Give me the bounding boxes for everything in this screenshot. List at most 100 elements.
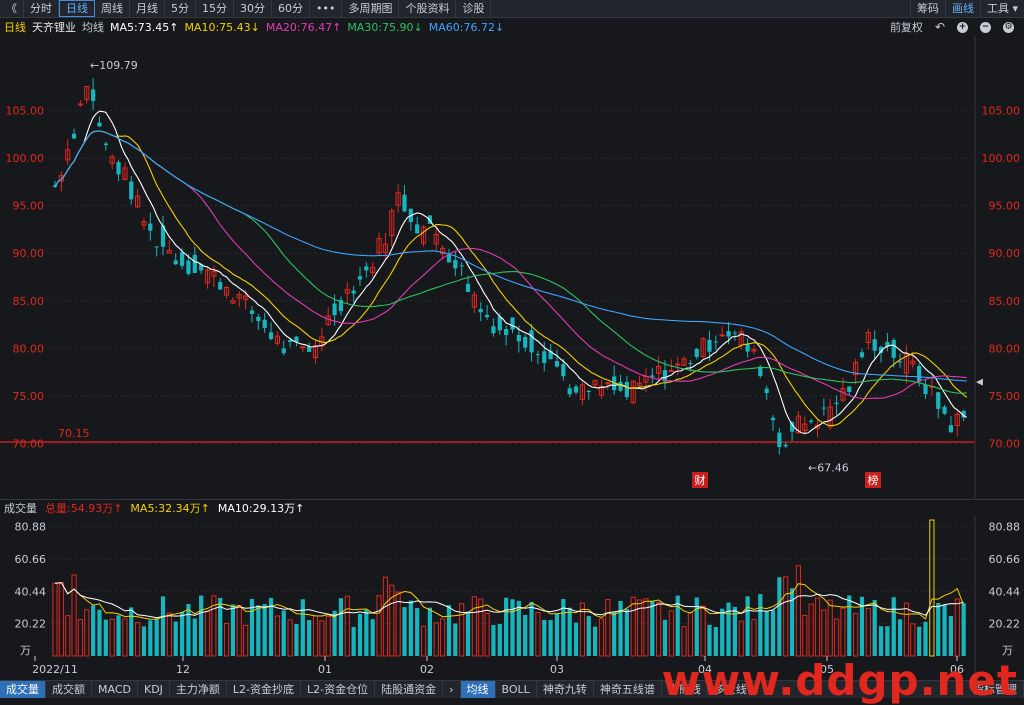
candle-body-down xyxy=(891,340,896,358)
toolbar-right-item[interactable]: 筹码 xyxy=(909,0,945,17)
volume-bar-up xyxy=(77,618,84,657)
volume-bar-down xyxy=(199,595,204,656)
indicator-tab[interactable]: 成交量 xyxy=(0,681,46,698)
settings-icon[interactable]: ⚙ xyxy=(1003,21,1014,33)
period-tab[interactable]: 多周期图 xyxy=(342,0,400,17)
volume-bar-down xyxy=(593,626,598,656)
volume-bar-up xyxy=(243,624,249,657)
toolbar-right-item[interactable]: 画线 xyxy=(944,0,980,17)
candle-body-down xyxy=(71,133,77,139)
volume-bar-down xyxy=(427,607,432,656)
adjust-selector[interactable]: 前复权 xyxy=(890,19,923,35)
indicator-tab[interactable]: 均线 xyxy=(460,681,496,698)
volume-title[interactable]: 成交量 xyxy=(4,500,37,516)
indicator-tab[interactable]: 成交额 xyxy=(46,681,92,698)
candle-body-down xyxy=(694,348,699,357)
period-tab[interactable]: 月线 xyxy=(130,0,165,17)
candle-body-down xyxy=(453,260,458,269)
period-tab[interactable]: 日线 xyxy=(59,0,95,17)
volume-bar-down xyxy=(465,611,471,656)
volume-bar-up xyxy=(166,612,172,657)
volume-bar-down xyxy=(878,626,884,656)
zoom-in-icon[interactable]: + xyxy=(957,21,968,33)
volume-bar-down xyxy=(726,602,731,656)
indicator-tab[interactable]: 主力净额 xyxy=(170,681,227,698)
volume-bar-down xyxy=(891,597,896,656)
volume-bar-up xyxy=(484,612,490,657)
period-tab[interactable]: 个股资料 xyxy=(399,0,457,17)
event-marker-text: 财 xyxy=(695,473,706,487)
volume-bar-up xyxy=(459,603,465,657)
indicator-tab[interactable]: L2-资金抄底 xyxy=(227,681,302,698)
zoom-out-icon[interactable]: − xyxy=(980,21,991,33)
ma-label[interactable]: 均线 xyxy=(82,19,104,35)
price-axis-label-left: 75.00 xyxy=(13,390,45,403)
volume-ma-line xyxy=(54,582,965,620)
volume-bar-down xyxy=(230,604,236,656)
candle-body-down xyxy=(357,276,363,280)
candle-body-up xyxy=(605,382,611,385)
indicator-tab[interactable]: MACD xyxy=(92,681,138,698)
volume-bar-down xyxy=(281,610,286,656)
period-tab[interactable]: 15分 xyxy=(196,0,234,17)
candle-body-down xyxy=(129,181,134,200)
period-tab[interactable]: 5分 xyxy=(165,0,196,17)
volume-bar-down xyxy=(898,619,903,656)
indicator-tab[interactable]: › xyxy=(443,681,461,698)
candle-body-down xyxy=(179,252,185,266)
ma30-line xyxy=(54,130,967,394)
indicator-tab[interactable]: KDJ xyxy=(138,681,170,698)
volume-bar-up xyxy=(109,618,115,657)
volume-axis-label-left: 60.66 xyxy=(15,553,47,566)
candle-body-down xyxy=(573,386,579,393)
candle-body-down xyxy=(586,390,591,393)
volume-bar-down xyxy=(103,619,108,656)
ma30-value: MA30:75.90↓ xyxy=(347,20,423,34)
reference-line-label: 70.15 xyxy=(58,427,90,440)
period-tab[interactable]: 诊股 xyxy=(456,0,492,17)
volume-bar-up xyxy=(821,609,827,657)
price-axis-label-left: 100.00 xyxy=(6,152,45,165)
indicator-tab[interactable]: 神奇九转 xyxy=(537,681,594,698)
candle-body-down xyxy=(732,332,737,334)
back-button[interactable]: 《 xyxy=(0,0,24,17)
indicator-tab[interactable]: 陆股通资金 xyxy=(375,681,444,698)
undo-icon[interactable]: ↶ xyxy=(935,20,945,34)
candle-body-down xyxy=(535,354,541,356)
volume-ma10: MA10:29.13万↑ xyxy=(217,502,305,515)
indicator-tab[interactable]: 神奇五线谱 xyxy=(594,681,662,698)
volume-bar-down xyxy=(777,577,782,656)
period-tab[interactable]: 30分 xyxy=(234,0,272,17)
volume-bar-up xyxy=(287,619,293,657)
candle-body-down xyxy=(268,332,274,340)
volume-bar-up xyxy=(910,623,916,657)
candlestick-chart[interactable]: 105.00 105.00 100.00 100.00 95.00 95.00 90.00 9… xyxy=(0,36,1024,498)
volume-bar-up xyxy=(668,610,674,657)
volume-bar-up xyxy=(471,596,477,657)
period-tab[interactable]: ••• xyxy=(310,0,343,17)
volume-bar-up xyxy=(700,605,706,657)
volume-bar-down xyxy=(917,626,922,656)
volume-bar-down xyxy=(307,620,312,656)
volume-axis-label-right: 40.44 xyxy=(989,585,1021,598)
candle-body-down xyxy=(491,326,496,334)
candle-body-down xyxy=(288,340,293,343)
x-axis-label: 2022/11 xyxy=(32,663,78,676)
x-axis-label: 02 xyxy=(420,663,434,676)
candle-body-down xyxy=(523,336,528,348)
candle-body-down xyxy=(516,334,521,342)
period-tab[interactable]: 60分 xyxy=(272,0,310,17)
period-tab[interactable]: 周线 xyxy=(95,0,130,17)
candle-body-down xyxy=(624,381,629,398)
candle-body-down xyxy=(459,265,464,267)
indicator-tab[interactable]: L2-资金仓位 xyxy=(301,681,376,698)
period-tab[interactable]: 分时 xyxy=(24,0,59,17)
toolbar-right-item[interactable]: 工具 ▾ xyxy=(979,0,1024,17)
volume-bar-up xyxy=(65,615,71,657)
candle-body-down xyxy=(262,319,267,328)
volume-bar-up xyxy=(440,618,446,657)
price-axis-label-left: 85.00 xyxy=(13,295,45,308)
indicator-tab[interactable]: BOLL xyxy=(496,681,537,698)
candle-body-down xyxy=(497,316,502,331)
candle-body-down xyxy=(872,339,877,351)
